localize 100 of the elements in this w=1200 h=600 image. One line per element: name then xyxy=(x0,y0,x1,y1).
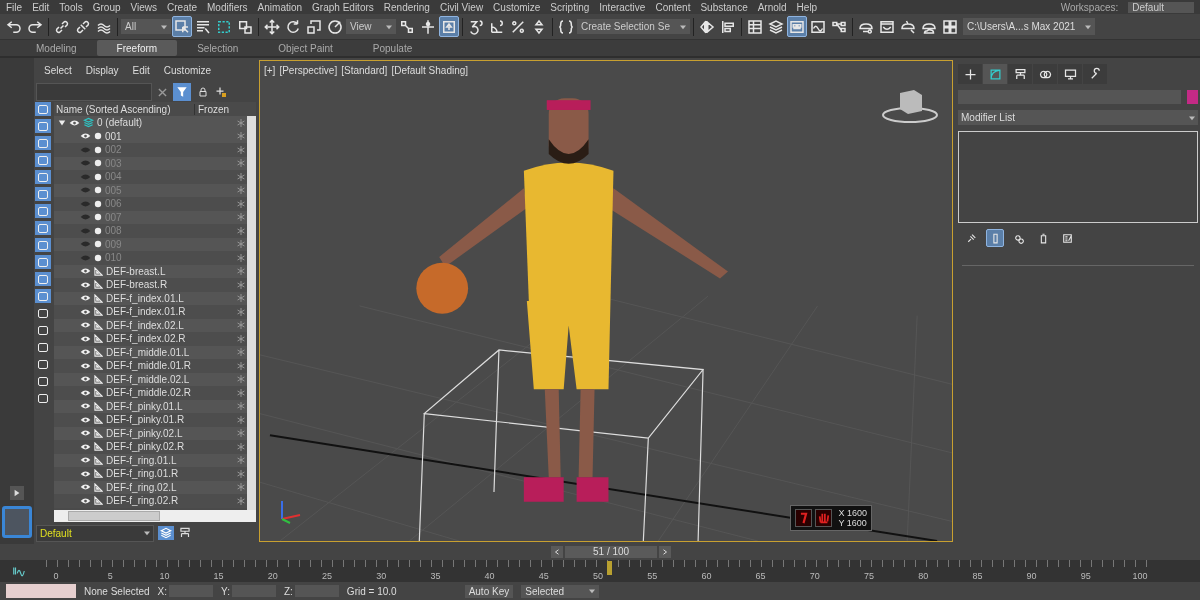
current-frame-marker[interactable] xyxy=(606,561,612,575)
filter-toggle-button[interactable] xyxy=(35,221,51,235)
eye-icon[interactable] xyxy=(80,442,91,451)
snowflake-icon[interactable] xyxy=(237,280,245,289)
explorer-menu-item[interactable]: Customize xyxy=(163,64,212,76)
ribbon-tab[interactable]: Selection xyxy=(177,40,259,56)
snowflake-icon[interactable] xyxy=(237,172,245,181)
layer-dropdown[interactable]: Default xyxy=(36,524,154,542)
filter-button[interactable] xyxy=(173,83,191,101)
key-mode-button[interactable] xyxy=(439,16,459,37)
object-name[interactable]: DEF-f_index.02.R xyxy=(106,333,234,345)
object-name[interactable]: DEF-f_middle.01.R xyxy=(106,360,234,372)
object-color-swatch[interactable] xyxy=(1187,90,1198,104)
toolbar-dropdown[interactable]: View xyxy=(346,19,396,34)
menu-item[interactable]: Civil View xyxy=(439,1,484,13)
object-name[interactable]: DEF-f_middle.02.R xyxy=(106,387,234,399)
expand-button[interactable] xyxy=(10,486,24,500)
toolbar-dropdown[interactable]: Create Selection Se xyxy=(577,19,690,34)
menu-item[interactable]: Rendering xyxy=(383,1,430,13)
eye-icon[interactable] xyxy=(80,415,91,424)
object-name[interactable]: DEF-f_ring.02.R xyxy=(106,495,234,507)
lock-icon[interactable] xyxy=(197,86,209,98)
ribbon-tab[interactable]: Populate xyxy=(352,40,433,56)
eye-icon[interactable] xyxy=(80,469,91,478)
column-header[interactable]: Name (Sorted Ascending) xyxy=(54,103,195,115)
time-slider-thumb[interactable]: 51 / 100 xyxy=(565,546,658,558)
eye-icon[interactable] xyxy=(80,496,91,505)
object-name[interactable]: DEF-f_ring.01.R xyxy=(106,468,234,480)
ribbon-tab[interactable]: Modeling xyxy=(16,40,97,56)
object-name[interactable]: DEF-f_index.01.R xyxy=(106,306,234,318)
eye-icon[interactable] xyxy=(80,456,91,465)
search-field[interactable] xyxy=(36,83,152,101)
scrollbar-thumb[interactable] xyxy=(68,511,160,521)
modify-tab[interactable] xyxy=(983,64,1007,84)
snowflake-icon[interactable] xyxy=(237,388,245,397)
filter-toggle-button[interactable] xyxy=(35,306,51,320)
clear-icon[interactable] xyxy=(158,87,167,97)
filter-toggle-button[interactable] xyxy=(35,119,51,133)
viewport-label[interactable]: [Default Shading] xyxy=(391,65,469,76)
utilities-tab[interactable] xyxy=(1083,64,1107,84)
eye-icon[interactable] xyxy=(80,361,91,370)
menu-item[interactable]: File xyxy=(6,1,23,13)
time-ruler[interactable]: 0 5 10 15 20 25 30 35 40 45 50 55 60 65 70 75 80 85 90 95 100 xyxy=(46,560,1150,582)
menu-item[interactable]: Customize xyxy=(493,1,541,13)
eye-icon[interactable] xyxy=(80,321,91,330)
snowflake-icon[interactable] xyxy=(237,496,245,505)
filter-toggle-button[interactable] xyxy=(35,374,51,388)
menu-item[interactable]: Content xyxy=(655,1,691,13)
filter-toggle-button[interactable] xyxy=(35,187,51,201)
toolbar-dropdown[interactable]: All xyxy=(121,19,171,34)
viewport[interactable]: [+] [Perspective] [Standard] [Default Shading] X 1600 Y 1600 xyxy=(259,60,953,542)
filter-toggle-button[interactable] xyxy=(35,391,51,405)
hierarchy-icon[interactable] xyxy=(178,526,192,540)
menu-item[interactable]: Scripting xyxy=(550,1,590,13)
ribbon-tab[interactable]: Freeform xyxy=(96,40,178,56)
select-button[interactable] xyxy=(172,16,192,37)
ribbon-tab[interactable]: Object Paint xyxy=(258,40,353,56)
snowflake-icon[interactable] xyxy=(237,226,245,235)
filter-toggle-button[interactable] xyxy=(35,204,51,218)
menu-item[interactable]: Edit xyxy=(32,1,50,13)
eye-icon[interactable] xyxy=(80,132,91,141)
filter-toggle-button[interactable] xyxy=(35,340,51,354)
filter-toggle-button[interactable] xyxy=(35,102,51,116)
menu-item[interactable]: Interactive xyxy=(599,1,646,13)
column-header[interactable]: Frozen xyxy=(195,103,256,115)
snowflake-icon[interactable] xyxy=(237,469,245,478)
ribbon-button[interactable] xyxy=(786,16,807,37)
eye-icon[interactable] xyxy=(80,388,91,397)
menu-item[interactable]: Animation xyxy=(257,1,303,13)
snowflake-icon[interactable] xyxy=(237,361,245,370)
modifier-stack[interactable] xyxy=(958,131,1198,223)
eye-icon[interactable] xyxy=(80,375,91,384)
eye-icon[interactable] xyxy=(80,429,91,438)
layer-sort-button[interactable] xyxy=(158,526,174,540)
filter-toggle-button[interactable] xyxy=(35,136,51,150)
eye-icon[interactable] xyxy=(80,334,91,343)
expand-arrow-icon[interactable] xyxy=(58,118,66,127)
snowflake-icon[interactable] xyxy=(237,442,245,451)
object-name[interactable]: DEF-breast.R xyxy=(106,279,234,291)
filter-toggle-button[interactable] xyxy=(35,323,51,337)
snowflake-icon[interactable] xyxy=(237,253,245,262)
viewport-label[interactable]: [Standard] xyxy=(341,65,388,76)
viewport-label[interactable]: [Perspective] xyxy=(279,65,338,76)
menu-item[interactable]: Create xyxy=(167,1,198,13)
modifier-list-dropdown[interactable]: Modifier List xyxy=(958,110,1198,125)
snowflake-icon[interactable] xyxy=(237,415,245,424)
motion-tab[interactable] xyxy=(1033,64,1057,84)
filter-toggle-button[interactable] xyxy=(35,255,51,269)
filter-toggle-button[interactable] xyxy=(35,357,51,371)
snowflake-icon[interactable] xyxy=(237,199,245,208)
workspace-dropdown[interactable]: Default xyxy=(1128,1,1194,13)
eye-icon[interactable] xyxy=(80,348,91,357)
auto-key-button[interactable]: Auto Key xyxy=(464,584,514,598)
next-frame-button[interactable] xyxy=(659,546,672,558)
viewport-label[interactable]: [+] xyxy=(264,65,276,76)
eye-icon[interactable] xyxy=(80,280,91,289)
filter-toggle-button[interactable] xyxy=(35,272,51,286)
eye-icon[interactable] xyxy=(80,267,91,276)
filter-toggle-button[interactable] xyxy=(35,238,51,252)
object-name[interactable]: DEF-f_pinky.01.R xyxy=(106,414,234,426)
